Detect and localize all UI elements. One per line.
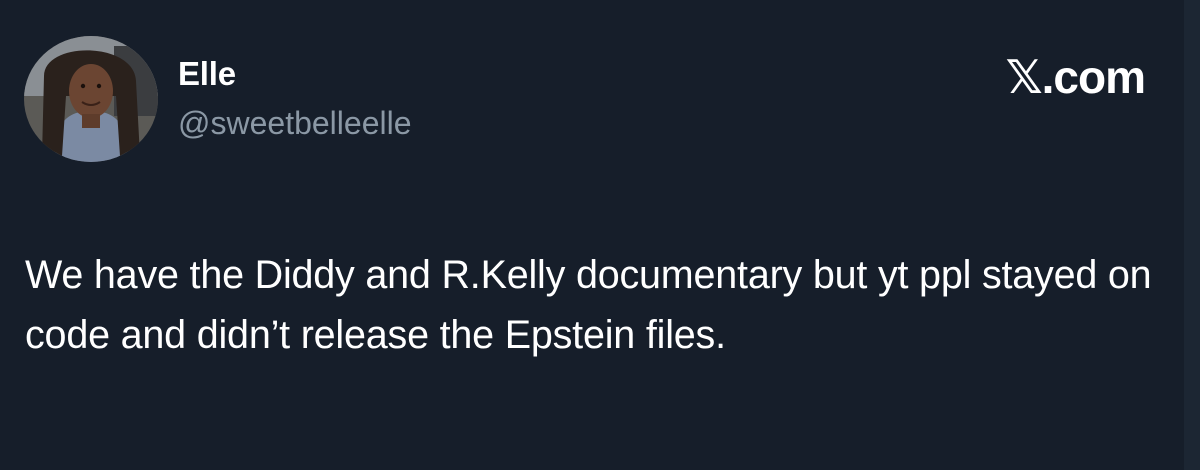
author-display-name[interactable]: Elle [178, 54, 412, 94]
tweet-header: Elle @sweetbelleelle [24, 36, 412, 162]
tweet-text: We have the Diddy and R.Kelly documentar… [25, 253, 1152, 357]
x-logo-icon: 𝕏 [1005, 50, 1043, 104]
x-com-logo: 𝕏 .com [1005, 50, 1146, 104]
avatar-photo-icon [24, 36, 158, 162]
avatar[interactable] [24, 36, 158, 162]
tweet-card: Elle @sweetbelleelle 𝕏 .com We have the … [0, 0, 1200, 470]
author-info: Elle @sweetbelleelle [178, 54, 412, 144]
brand-domain-suffix: .com [1041, 51, 1146, 103]
author-handle[interactable]: @sweetbelleelle [178, 102, 412, 144]
card-edge [1184, 0, 1200, 470]
